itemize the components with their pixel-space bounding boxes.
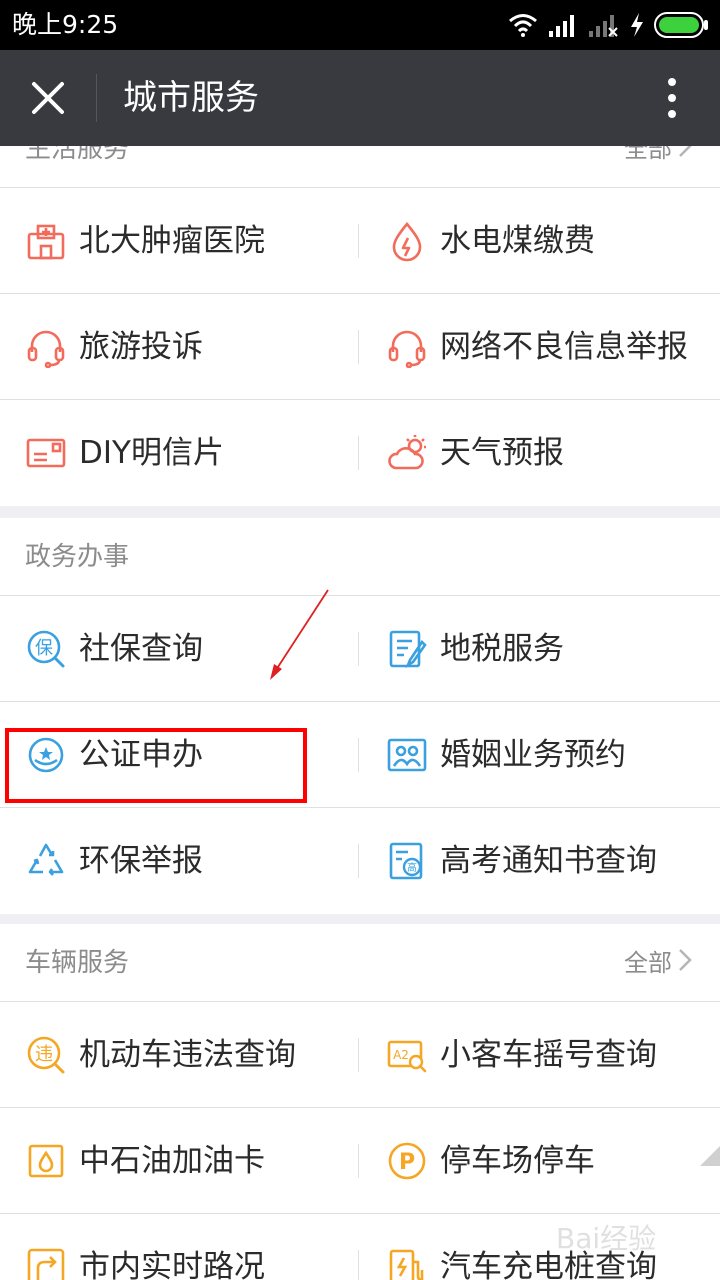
service-label: 社保查询 — [79, 631, 203, 667]
service-label: 小客车摇号查询 — [440, 1037, 657, 1073]
section-title: 生活服务 — [25, 146, 130, 164]
service-label: 婚姻业务预约 — [440, 737, 626, 773]
service-label: 高考通知书查询 — [440, 843, 657, 879]
violation-icon: 违 — [25, 1034, 67, 1076]
wifi-icon — [509, 14, 537, 37]
svg-text:保: 保 — [35, 638, 53, 659]
section-header: 政务办事 — [0, 518, 720, 596]
city-services-list[interactable]: 生活服务 全部 北大肿瘤医院 水电煤缴费 旅游投诉 网络不良信息举报 DIY明信… — [0, 146, 720, 1280]
section-life-services: 生活服务 全部 北大肿瘤医院 水电煤缴费 旅游投诉 网络不良信息举报 DIY明信… — [0, 146, 720, 506]
view-all-label: 全部 — [624, 146, 672, 163]
status-bar: 晚上9:25 — [0, 0, 720, 50]
charging-icon — [631, 13, 643, 37]
service-item-violation-query[interactable]: 违 机动车违法查询 — [0, 1002, 358, 1108]
view-all-label: 全部 — [624, 948, 672, 977]
status-time: 晚上9:25 — [12, 10, 119, 39]
section-header: 车辆服务 全部 — [0, 924, 720, 1002]
svg-text:P: P — [399, 1150, 415, 1175]
service-item-marriage[interactable]: 婚姻业务预约 — [359, 702, 720, 808]
service-label: 旅游投诉 — [79, 329, 203, 365]
parking-icon: P — [386, 1140, 428, 1182]
service-label: 北大肿瘤医院 — [79, 223, 265, 259]
service-label: 天气预报 — [440, 435, 564, 471]
service-item-report-bad-info[interactable]: 网络不良信息举报 — [359, 294, 720, 400]
headset-icon — [25, 326, 67, 368]
service-row: 公证申办 婚姻业务预约 — [0, 702, 720, 808]
battery-icon — [654, 12, 708, 38]
close-icon[interactable] — [26, 76, 70, 120]
baidu-watermark: Bai经验 — [552, 1208, 702, 1268]
svg-text:违: 违 — [35, 1044, 53, 1065]
service-label: 停车场停车 — [440, 1143, 595, 1179]
title-divider — [96, 74, 97, 122]
view-all-link[interactable]: 全部 — [624, 146, 692, 164]
paw-logo-icon: Bai经验 — [556, 1222, 656, 1255]
section-header: 生活服务 全部 — [0, 146, 720, 188]
service-row: 中石油加油卡 P 停车场停车 — [0, 1108, 720, 1214]
more-menu-icon[interactable] — [654, 76, 690, 120]
svg-text:高: 高 — [407, 861, 417, 874]
chevron-right-icon — [679, 146, 692, 157]
service-label: 网络不良信息举报 — [440, 329, 688, 365]
scroll-corner-icon — [700, 1146, 720, 1166]
road-condition-icon — [25, 1246, 67, 1280]
hospital-icon — [25, 220, 67, 262]
social-security-icon: 保 — [25, 628, 67, 670]
page-title: 城市服务 — [123, 78, 259, 118]
service-item-local-tax[interactable]: 地税服务 — [359, 596, 720, 702]
service-item-hospital[interactable]: 北大肿瘤医院 — [0, 188, 358, 294]
service-row: DIY明信片 天气预报 — [0, 400, 720, 506]
service-label: 机动车违法查询 — [79, 1037, 296, 1073]
service-item-utilities[interactable]: 水电煤缴费 — [359, 188, 720, 294]
service-label: 水电煤缴费 — [440, 223, 595, 259]
notary-seal-icon — [25, 734, 67, 776]
section-title: 政务办事 — [25, 542, 130, 572]
svg-text:Bai经验: Bai经验 — [556, 1222, 656, 1255]
service-label: 环保举报 — [79, 843, 203, 879]
service-row: 违 机动车违法查询 A2 小客车摇号查询 — [0, 1002, 720, 1108]
recycle-icon — [25, 840, 67, 882]
status-icons — [508, 10, 710, 40]
section-title: 车辆服务 — [25, 948, 130, 978]
service-item-environment-report[interactable]: 环保举报 — [0, 808, 358, 914]
service-row: 保 社保查询 地税服务 — [0, 596, 720, 702]
service-item-fuel-card[interactable]: 中石油加油卡 — [0, 1108, 358, 1214]
postcard-icon — [25, 432, 67, 474]
service-item-parking[interactable]: P 停车场停车 — [359, 1108, 720, 1214]
signal-icon — [549, 15, 574, 37]
service-row: 北大肿瘤医院 水电煤缴费 — [0, 188, 720, 294]
headset-icon — [386, 326, 428, 368]
service-label: 地税服务 — [440, 631, 564, 667]
service-item-travel-complaint[interactable]: 旅游投诉 — [0, 294, 358, 400]
service-row: 环保举报 高 高考通知书查询 — [0, 808, 720, 914]
lottery-icon: A2 — [386, 1034, 428, 1076]
couple-photo-icon — [386, 734, 428, 776]
service-item-notary[interactable]: 公证申办 — [0, 702, 358, 808]
charging-pile-icon — [386, 1246, 428, 1280]
fuel-card-icon — [25, 1140, 67, 1182]
service-label: 中石油加油卡 — [79, 1143, 265, 1179]
view-all-link[interactable]: 全部 — [624, 942, 692, 978]
service-label: DIY明信片 — [79, 435, 224, 471]
service-item-traffic[interactable]: 市内实时路况 — [0, 1214, 358, 1280]
service-item-social-security[interactable]: 保 社保查询 — [0, 596, 358, 702]
service-item-car-lottery[interactable]: A2 小客车摇号查询 — [359, 1002, 720, 1108]
service-item-exam-notice[interactable]: 高 高考通知书查询 — [359, 808, 720, 914]
svg-text:A2: A2 — [393, 1048, 409, 1062]
exam-notice-icon: 高 — [386, 840, 428, 882]
section-gov-services: 政务办事 保 社保查询 地税服务 公证申办 婚姻业务预约 环保举报 高 高考通知… — [0, 518, 720, 914]
weather-icon — [386, 432, 428, 474]
tax-document-icon — [386, 628, 428, 670]
title-bar: 城市服务 — [0, 50, 720, 146]
water-drop-icon — [386, 220, 428, 262]
service-row: 旅游投诉 网络不良信息举报 — [0, 294, 720, 400]
service-label: 公证申办 — [79, 737, 203, 773]
chevron-right-icon — [679, 949, 692, 971]
service-label: 市内实时路况 — [79, 1249, 265, 1280]
signal-off-icon — [589, 15, 618, 37]
service-item-diy-postcard[interactable]: DIY明信片 — [0, 400, 358, 506]
service-item-weather[interactable]: 天气预报 — [359, 400, 720, 506]
